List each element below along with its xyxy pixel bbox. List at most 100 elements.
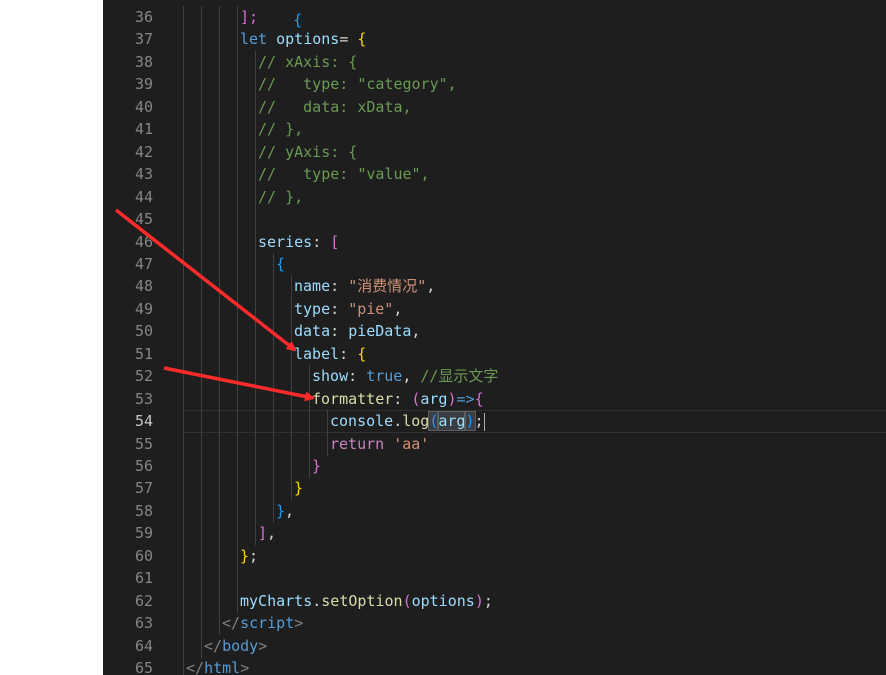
indent-guide [183,634,184,658]
code-line[interactable]: 49 type: "pie", [103,297,886,321]
indent-guide [183,477,184,501]
code-line[interactable]: 59], [103,522,886,546]
code-token: let [240,30,277,49]
code-line[interactable]: 40 // data: xData, [103,95,886,119]
code-text: myCharts.setOption(options); [240,590,493,613]
indent-guide [201,455,202,478]
code-line[interactable]: 55 return 'aa' [103,432,886,456]
indent-guide [237,477,238,501]
indent-guide [183,208,184,232]
indent-guide [183,612,184,636]
indent-guide [201,275,202,299]
indent-guide [219,544,220,568]
indent-guide [183,589,184,613]
code-line[interactable]: 54 console.log(arg); [103,410,886,434]
indent-guide [183,522,184,546]
indent-guide [255,185,256,209]
indent-guide [183,455,184,478]
code-token: return [330,434,394,453]
code-line[interactable]: 56} [103,455,886,478]
indent-guide [309,432,310,456]
code-line[interactable]: 60}; [103,544,886,568]
code-line[interactable]: 62 myCharts.setOption(options); [103,589,886,613]
code-line[interactable]: 36]; [103,6,886,29]
line-number: 44 [134,187,153,206]
indent-guide [255,342,256,366]
code-line[interactable]: 43 // type: "value", [103,163,886,187]
code-line[interactable]: 50 data: pieData, [103,320,886,344]
code-token: ( [402,591,412,610]
code-token: ]; [240,8,259,26]
indent-guide [255,297,256,321]
code-line[interactable]: 37 let options= { [103,28,886,52]
code-token: // yAxis: { [258,142,358,161]
code-token: ) [447,389,457,408]
indent-guide [201,499,202,523]
code-token: } [240,546,250,565]
line-number: 42 [134,142,153,161]
code-line[interactable]: 52 show: true, //显示文字 [103,365,886,389]
indent-guide [219,499,220,523]
indent-guide [183,73,184,97]
code-line[interactable]: 61 [103,567,886,591]
indent-guide [219,118,220,142]
code-line[interactable]: 38 // xAxis: { [103,50,886,74]
code-line[interactable]: 63 </script> [103,612,886,636]
line-number: 37 [134,30,153,49]
code-token: ) [474,591,484,610]
indent-guide [255,499,256,523]
indent-guide [273,275,274,299]
indent-guide [219,410,220,434]
indent-guide [273,252,274,276]
code-line[interactable]: 44 // }, [103,185,886,209]
indent-guide [255,118,256,142]
code-token: { [348,30,367,49]
code-line[interactable]: 46 series: [ [103,230,886,254]
indent-guide [255,365,256,389]
indent-guide [183,28,184,52]
code-text: // type: "value", [258,163,430,186]
indent-guide [201,365,202,389]
code-line[interactable]: 64 </body> [103,634,886,658]
indent-guide [237,140,238,164]
code-token: arg [420,389,448,408]
indent-guide [183,297,184,321]
indent-guide [201,477,202,501]
indent-guide [237,163,238,187]
code-token: </ [204,636,223,655]
code-token: // xAxis: { [258,52,358,71]
code-line[interactable]: 47 { [103,252,886,276]
indent-guide [183,432,184,456]
indent-guide [201,185,202,209]
code-line[interactable]: 65 </html> [103,657,886,675]
indent-guide [201,230,202,254]
indent-guide [201,410,202,434]
code-line[interactable]: 58}, [103,499,886,523]
indent-guide [237,410,238,434]
code-line[interactable]: 42 // yAxis: { [103,140,886,164]
code-token: setOption [321,591,403,610]
code-line[interactable]: 48 name: "消费情况", [103,275,886,299]
code-line[interactable]: 53 formatter: (arg)=>{ [103,387,886,411]
indent-guide [255,522,256,546]
code-text: </script> [222,612,303,635]
code-line[interactable]: 51 label: { [103,342,886,366]
indent-guide [201,432,202,456]
code-token: , [393,299,403,318]
line-number: 59 [134,524,153,543]
indent-guide [219,50,220,74]
code-line[interactable]: 41 // }, [103,118,886,142]
code-line[interactable]: 39 // type: "category", [103,73,886,97]
code-editor[interactable]: { 36]; 37 let options= {38// xAxis: {39// … [103,0,886,675]
indent-guide [219,342,220,366]
indent-guide [273,320,274,344]
line-number: 58 [134,501,153,520]
code-line[interactable]: 57} [103,477,886,501]
indent-guide [237,252,238,276]
code-token: // }, [258,120,304,139]
code-text: ]; [240,6,258,29]
indent-guide [183,657,184,675]
code-line[interactable]: 45 [103,208,886,232]
code-token: 'aa' [393,434,430,453]
indent-guide [201,95,202,119]
